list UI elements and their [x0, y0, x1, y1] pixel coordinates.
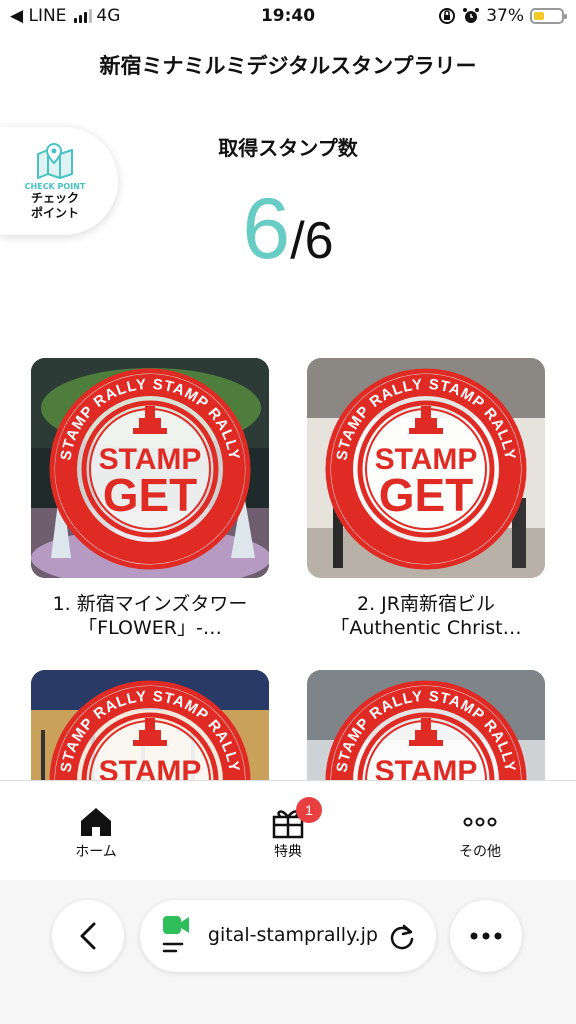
video-icon	[163, 916, 189, 934]
nav-more-label: その他	[459, 844, 501, 860]
alarm-icon	[463, 8, 480, 23]
stamp-count-total: /6	[290, 212, 334, 270]
more-icon	[463, 817, 497, 827]
notification-badge: 1	[296, 797, 322, 823]
page-title: 新宿ミナミルミデジタルスタンプラリー	[99, 54, 477, 78]
browser-toolbar: digital-stamprally.jp	[0, 880, 576, 1024]
stamp-count-current: 6	[242, 181, 291, 277]
nav-gift-label: 特典	[274, 844, 302, 860]
stamp-card-2[interactable]: STAMP RALLY STAMP RALLY STAMP GET 2. JR南…	[307, 358, 545, 640]
stamp-get-badge: STAMP RALLY STAMP RALLY STAMP GET	[49, 368, 251, 570]
stamp-count-label: 取得スタンプ数	[218, 136, 358, 160]
battery-percent: 37%	[486, 6, 524, 26]
bottom-nav: ホーム 1 特典 その他	[0, 780, 576, 880]
battery-icon	[530, 8, 567, 24]
nav-home-label: ホーム	[75, 844, 117, 860]
svg-text:GET: GET	[103, 469, 198, 521]
status-right: 37%	[438, 6, 567, 26]
back-button[interactable]	[52, 900, 124, 972]
orientation-lock-icon	[439, 8, 456, 24]
stamp-card-1[interactable]: STAMP RALLY STAMP RALLY STAMP GET 1. 新宿マ…	[31, 358, 269, 640]
url-bar[interactable]: digital-stamprally.jp	[140, 900, 436, 972]
nav-more[interactable]: その他	[420, 803, 540, 861]
stamp-count: 6/6	[0, 180, 576, 279]
stamp-card-image: STAMP RALLY STAMP RALLY STAMP GET	[307, 358, 545, 578]
stamp-card-image: STAMP RALLY STAMP RALLY STAMP GET	[31, 358, 269, 578]
reader-icon	[162, 942, 184, 953]
chevron-left-icon	[80, 922, 96, 950]
stamp-card-title: 2. JR南新宿ビル 「Authentic Christ…	[330, 593, 522, 639]
ellipsis-icon	[470, 932, 502, 940]
stamp-get-badge: STAMP RALLY STAMP RALLY STAMP GET	[325, 368, 527, 570]
status-bar: ◀ LINE 4G 19:40 37%	[0, 0, 576, 34]
svg-text:GET: GET	[379, 469, 474, 521]
nav-gift[interactable]: 1 特典	[228, 797, 348, 861]
home-icon	[81, 808, 111, 836]
stamp-card-title: 1. 新宿マインズタワー「FLOWER」-…	[52, 593, 248, 639]
reload-icon[interactable]	[388, 923, 416, 951]
nav-home[interactable]: ホーム	[36, 803, 156, 861]
url-text: digital-stamprally.jp	[208, 924, 378, 946]
more-options-button[interactable]	[450, 900, 522, 972]
